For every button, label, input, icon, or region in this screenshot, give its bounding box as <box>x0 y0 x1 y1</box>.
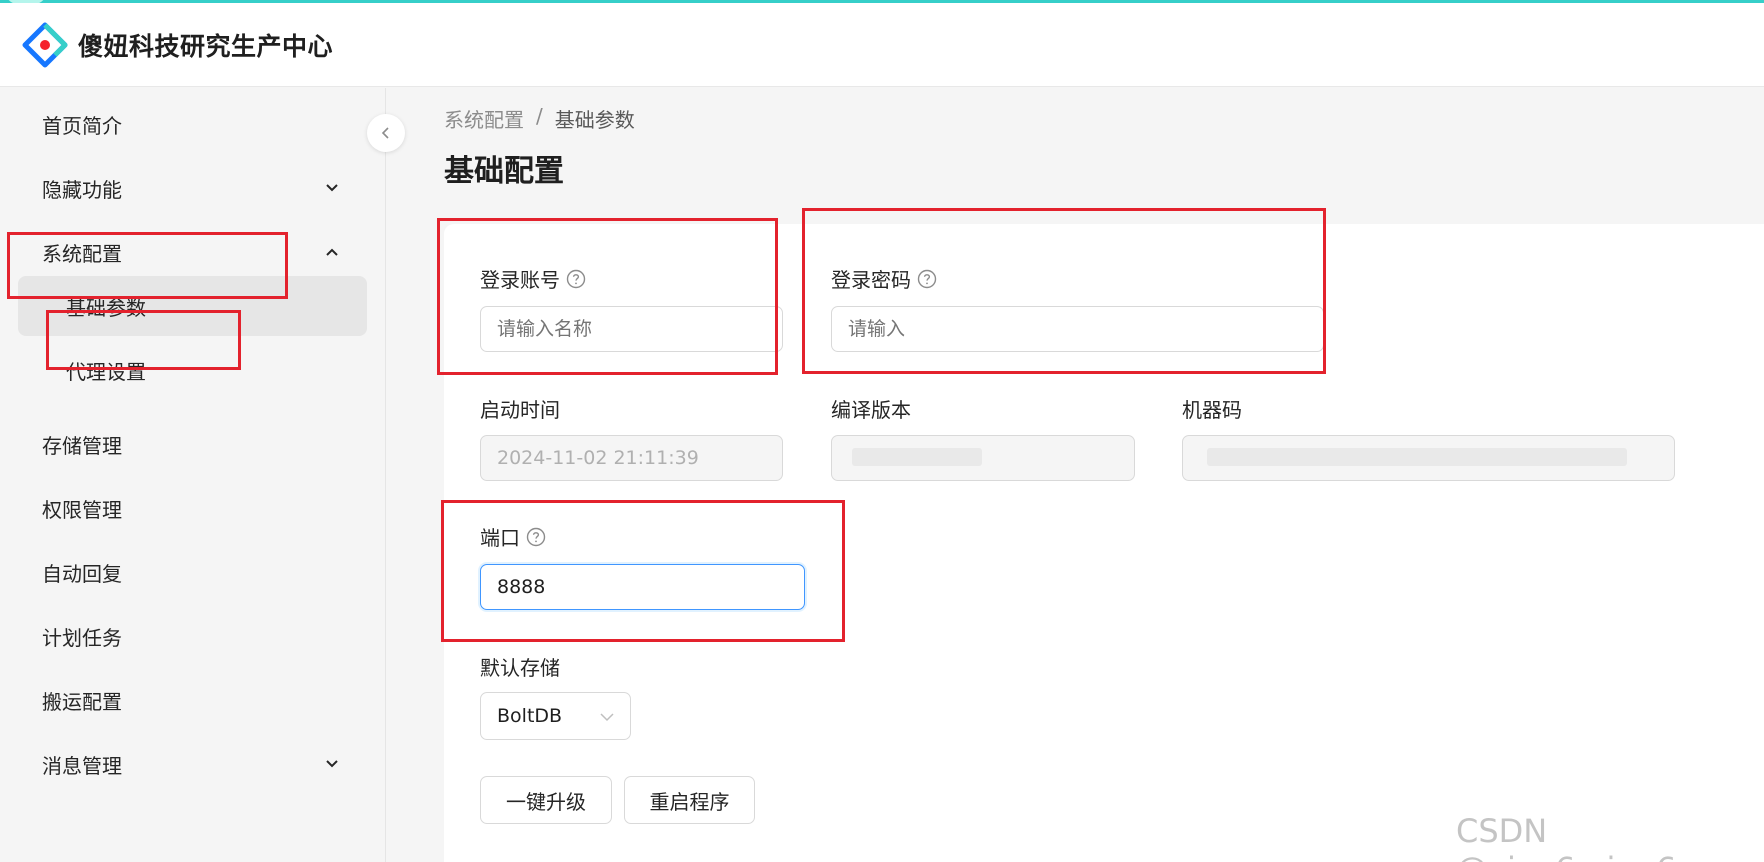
chevron-down-icon <box>600 713 614 722</box>
sidebar-item-hidden-features[interactable]: 隐藏功能 <box>0 158 386 218</box>
build-version-field <box>831 435 1135 481</box>
default-storage-label: 默认存储 <box>480 656 560 680</box>
highlight-box-login-account <box>437 218 778 375</box>
chevron-down-icon <box>326 760 338 768</box>
sidebar-item-label: 计划任务 <box>42 625 122 650</box>
chevron-up-icon <box>326 248 338 256</box>
sidebar-item-permissions[interactable]: 权限管理 <box>0 478 386 538</box>
logo-icon <box>22 22 68 67</box>
watermark: CSDN @xiao6ming6 <box>1456 812 1676 862</box>
breadcrumb-current: 基础参数 <box>554 108 635 132</box>
sidebar-item-label: 消息管理 <box>42 753 122 778</box>
breadcrumb-parent[interactable]: 系统配置 <box>444 104 524 133</box>
machine-code-field <box>1182 435 1675 481</box>
build-version-label: 编译版本 <box>831 398 911 422</box>
redacted-blur <box>852 448 982 466</box>
start-time-label: 启动时间 <box>480 398 560 422</box>
page-title: 基础配置 <box>444 154 564 189</box>
breadcrumb: 系统配置 / 基础参数 <box>444 104 635 133</box>
sidebar-item-label: 权限管理 <box>42 497 122 522</box>
sidebar-item-label: 自动回复 <box>42 561 122 586</box>
sidebar: 首页简介 隐藏功能 系统配置 基础参数 代理设置 存储管理 权限管理 自动回复 … <box>0 88 386 862</box>
sidebar-item-label: 隐藏功能 <box>42 177 122 202</box>
upgrade-button[interactable]: 一键升级 <box>480 776 612 824</box>
sidebar-item-auto-reply[interactable]: 自动回复 <box>0 542 386 602</box>
sidebar-item-label: 首页简介 <box>42 113 122 138</box>
highlight-box-port <box>441 500 845 642</box>
redacted-blur <box>1207 448 1627 466</box>
app-title: 傻妞科技研究生产中心 <box>78 31 334 61</box>
restart-button[interactable]: 重启程序 <box>624 776 755 824</box>
sidebar-item-transfer-config[interactable]: 搬运配置 <box>0 670 386 730</box>
machine-code-label: 机器码 <box>1182 398 1242 422</box>
app-header: 傻妞科技研究生产中心 <box>0 3 1764 87</box>
sidebar-item-label: 搬运配置 <box>42 689 122 714</box>
sidebar-item-messages[interactable]: 消息管理 <box>0 734 386 794</box>
start-time-field: 2024-11-02 21:11:39 <box>480 435 783 481</box>
highlight-box-basic-params <box>46 310 241 370</box>
sidebar-item-scheduled-tasks[interactable]: 计划任务 <box>0 606 386 666</box>
chevron-down-icon <box>326 184 338 192</box>
default-storage-select[interactable]: BoltDB <box>480 692 631 740</box>
sidebar-item-label: 存储管理 <box>42 433 122 458</box>
sidebar-collapse-button[interactable] <box>367 114 405 152</box>
breadcrumb-separator: / <box>536 104 543 128</box>
highlight-box-system-config <box>7 232 288 299</box>
sidebar-item-home[interactable]: 首页简介 <box>0 94 386 154</box>
chevron-left-icon <box>381 127 389 139</box>
sidebar-item-storage[interactable]: 存储管理 <box>0 414 386 474</box>
highlight-box-login-password <box>802 208 1326 374</box>
default-storage-value: BoltDB <box>497 705 563 727</box>
